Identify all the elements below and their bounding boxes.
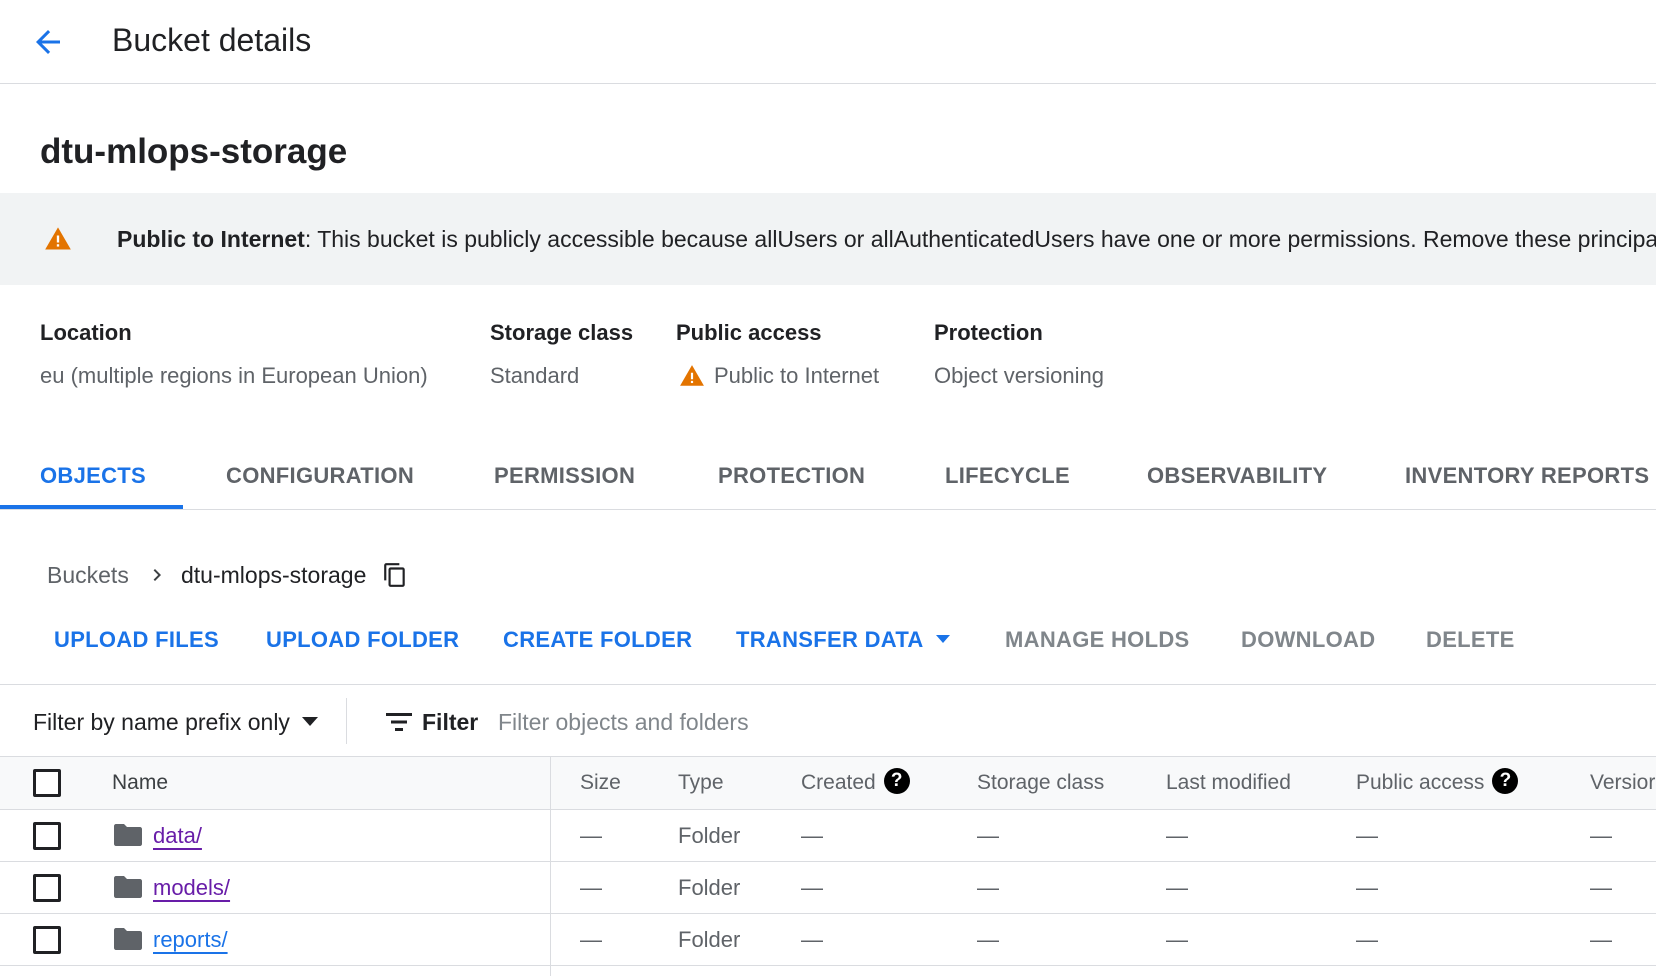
filter-input[interactable]: [498, 704, 1098, 740]
table-row: reports/ — Folder — — — — —: [0, 914, 1656, 966]
copy-icon[interactable]: [381, 561, 409, 589]
cell-last-modified: —: [1166, 927, 1188, 952]
name-column-divider: [550, 756, 551, 976]
column-header-size[interactable]: Size: [580, 757, 621, 809]
row-checkbox[interactable]: [33, 926, 61, 954]
filter-mode-dropdown[interactable]: Filter by name prefix only: [33, 704, 318, 740]
public-access-warning-banner: Public to Internet: This bucket is publi…: [0, 193, 1656, 285]
bucket-name-heading: dtu-mlops-storage: [40, 132, 348, 171]
upload-folder-button[interactable]: UPLOAD FOLDER: [266, 625, 459, 655]
column-header-storage-class[interactable]: Storage class: [977, 757, 1104, 809]
folder-icon: [114, 824, 142, 846]
column-header-public-access[interactable]: Public access?: [1356, 757, 1519, 809]
banner-message: Public to Internet: This bucket is publi…: [117, 223, 1656, 255]
column-header-name[interactable]: Name: [112, 757, 168, 809]
create-folder-button[interactable]: CREATE FOLDER: [503, 625, 692, 655]
cell-type: Folder: [678, 875, 741, 900]
chevron-right-icon: [145, 563, 169, 587]
tab-configuration[interactable]: CONFIGURATION: [226, 450, 414, 510]
cell-version: —: [1590, 823, 1612, 848]
warning-icon: [679, 363, 705, 389]
tab-inventory-reports[interactable]: INVENTORY REPORTS: [1405, 450, 1649, 510]
tab-lifecycle[interactable]: LIFECYCLE: [945, 450, 1070, 510]
cell-last-modified: —: [1166, 823, 1188, 848]
cell-public-access: —: [1356, 927, 1378, 952]
warning-icon: [44, 225, 72, 253]
folder-icon: [114, 928, 142, 950]
storage-class-value: Standard: [490, 363, 580, 388]
cell-created: —: [801, 927, 823, 952]
row-checkbox[interactable]: [33, 874, 61, 902]
tab-objects[interactable]: OBJECTS: [40, 450, 146, 510]
cell-created: —: [801, 875, 823, 900]
select-all-checkbox[interactable]: [33, 769, 61, 797]
table-header-row: Name Size Type Created? Storage class La…: [0, 756, 1656, 810]
cell-storage-class: —: [977, 927, 999, 952]
cell-version: —: [1590, 875, 1612, 900]
public-access-value: Public to Internet: [714, 363, 880, 388]
cell-type: Folder: [678, 823, 741, 848]
tab-observability[interactable]: OBSERVABILITY: [1147, 450, 1327, 510]
protection-label: Protection: [934, 320, 1043, 345]
column-header-public-access-label: Public access: [1356, 771, 1485, 794]
cell-created: —: [801, 823, 823, 848]
cell-type: Folder: [678, 927, 741, 952]
row-checkbox[interactable]: [33, 822, 61, 850]
cell-size: —: [580, 875, 602, 900]
folder-link-models[interactable]: models/: [153, 862, 230, 914]
folder-link-data[interactable]: data/: [153, 810, 202, 862]
tab-permission[interactable]: PERMISSION: [494, 450, 635, 510]
column-header-type[interactable]: Type: [678, 757, 724, 809]
toolbar-divider: [0, 684, 1656, 685]
cell-last-modified: —: [1166, 875, 1188, 900]
download-button[interactable]: DOWNLOAD: [1241, 625, 1375, 655]
transfer-data-button[interactable]: TRANSFER DATA: [736, 625, 950, 655]
tab-protection[interactable]: PROTECTION: [718, 450, 865, 510]
location-label: Location: [40, 320, 132, 345]
cell-size: —: [580, 823, 602, 848]
delete-button[interactable]: DELETE: [1426, 625, 1515, 655]
protection-value: Object versioning: [934, 363, 1104, 388]
cell-public-access: —: [1356, 875, 1378, 900]
public-access-label: Public access: [676, 320, 822, 345]
back-arrow-icon[interactable]: [26, 20, 70, 64]
banner-body: : This bucket is publicly accessible bec…: [304, 226, 1656, 252]
top-bar: Bucket details: [0, 0, 1656, 84]
help-icon[interactable]: ?: [1492, 768, 1519, 795]
breadcrumb-current: dtu-mlops-storage: [181, 562, 367, 588]
cell-public-access: —: [1356, 823, 1378, 848]
banner-title: Public to Internet: [117, 226, 305, 252]
dropdown-arrow-icon: [301, 717, 318, 727]
folder-icon: [114, 876, 142, 898]
page-title: Bucket details: [112, 22, 312, 58]
filter-label: Filter: [422, 709, 479, 735]
breadcrumb-buckets-link[interactable]: Buckets: [47, 562, 129, 588]
storage-class-label: Storage class: [490, 320, 634, 345]
filter-divider: [346, 698, 347, 744]
column-header-created-label: Created: [801, 771, 876, 794]
bucket-tabs: OBJECTS CONFIGURATION PERMISSION PROTECT…: [0, 450, 1656, 510]
active-tab-indicator: [0, 505, 183, 509]
upload-files-button[interactable]: UPLOAD FILES: [54, 625, 219, 655]
folder-link-reports[interactable]: reports/: [153, 914, 228, 966]
transfer-data-label: TRANSFER DATA: [736, 627, 924, 652]
manage-holds-button[interactable]: MANAGE HOLDS: [1005, 625, 1190, 655]
cell-storage-class: —: [977, 823, 999, 848]
cell-storage-class: —: [977, 875, 999, 900]
column-header-version[interactable]: Versior: [1590, 757, 1655, 809]
dropdown-arrow-icon: [935, 635, 950, 644]
column-header-last-modified[interactable]: Last modified: [1166, 757, 1291, 809]
column-header-created[interactable]: Created?: [801, 757, 910, 809]
table-row: models/ — Folder — — — — —: [0, 862, 1656, 914]
location-value: eu (multiple regions in European Union): [40, 363, 428, 388]
breadcrumb: Buckets dtu-mlops-storage: [47, 559, 405, 591]
table-row: data/ — Folder — — — — —: [0, 810, 1656, 862]
filter-mode-label: Filter by name prefix only: [33, 709, 290, 735]
cell-size: —: [580, 927, 602, 952]
cell-version: —: [1590, 927, 1612, 952]
filter-list-icon: [385, 710, 413, 734]
help-icon[interactable]: ?: [883, 768, 910, 795]
